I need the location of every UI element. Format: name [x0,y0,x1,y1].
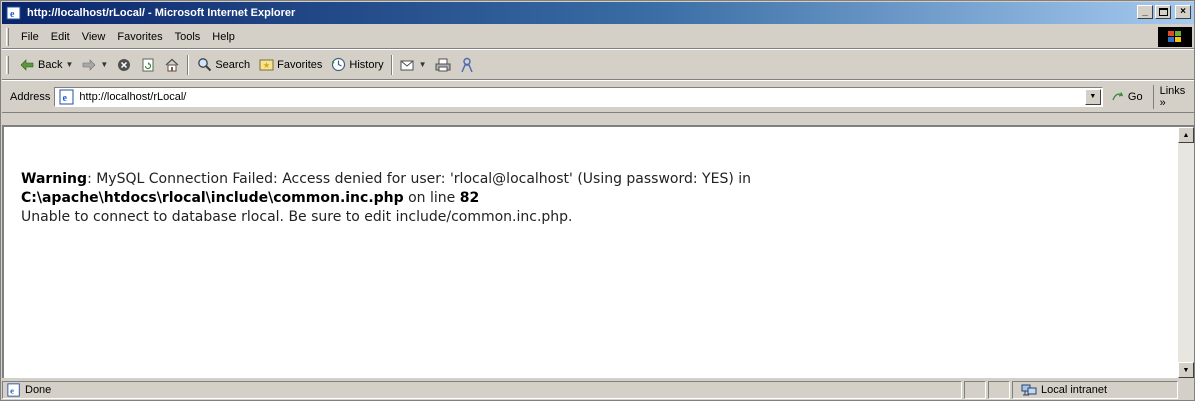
menu-tools[interactable]: Tools [169,31,207,43]
forward-arrow-icon [81,57,97,73]
mail-button[interactable]: ▼ [396,53,431,77]
status-panel: e Done [2,381,962,399]
toolbar-separator [390,54,393,75]
back-button[interactable]: Back ▼ [15,53,77,77]
warning-line: Warning: MySQL Connection Failed: Access… [21,170,1161,189]
warning-label: Warning [21,171,88,187]
stop-icon [116,57,132,73]
history-label: History [349,58,384,71]
go-button[interactable]: Go [1111,91,1143,103]
vertical-scrollbar[interactable]: ▲ ▼ [1178,127,1194,378]
status-cell [964,381,986,399]
toolbar-separator [187,54,190,75]
messenger-person-icon [459,57,475,73]
home-button[interactable] [160,53,184,77]
menu-help[interactable]: Help [206,31,241,43]
history-icon [330,57,346,73]
scroll-up-button[interactable]: ▲ [1178,127,1194,143]
ie-page-icon: e [7,383,20,397]
file-path: C:\apache\htdocs\rlocal\include\common.i… [21,190,404,206]
go-label: Go [1127,90,1143,103]
back-arrow-icon [19,57,35,73]
print-button[interactable] [431,53,455,77]
warning-text: : MySQL Connection Failed: Access denied… [87,171,752,187]
messenger-button[interactable] [455,53,479,77]
page-content: Warning: MySQL Connection Failed: Access… [2,125,1194,378]
maximize-button[interactable] [1155,5,1171,19]
favorites-label: Favorites [277,58,323,71]
status-cell [988,381,1010,399]
address-url: http://localhost/rLocal/ [79,90,187,103]
chevron-down-icon: ▼ [1182,366,1190,374]
status-bar: e Done Local intranet [2,380,1194,400]
address-dropdown-button[interactable]: ▼ [1084,88,1101,105]
status-text: Done [25,384,52,396]
back-dropdown-icon[interactable]: ▼ [65,60,73,69]
error-message: Unable to connect to database rlocal. Be… [21,209,573,225]
security-zone-panel: Local intranet [1012,381,1178,399]
search-button[interactable]: Search [192,53,254,77]
links-button[interactable]: Links » [1152,84,1194,109]
svg-text:e: e [63,93,68,104]
ie-page-icon: e [59,89,74,104]
svg-text:e: e [10,9,15,20]
menu-favorites[interactable]: Favorites [111,31,168,43]
window-title: http://localhost/rLocal/ - Microsoft Int… [27,7,296,19]
favorites-button[interactable]: Favorites [254,53,326,77]
maximize-icon [1158,8,1168,16]
favorites-folder-icon [258,57,274,73]
minimize-button[interactable]: _ [1137,5,1153,19]
mail-dropdown-icon[interactable]: ▼ [419,60,427,69]
standard-toolbar: Back ▼ ▼ Search Favorites History ▼ [2,50,1194,80]
back-label: Back [38,58,63,71]
chevron-up-icon: ▲ [1182,131,1190,139]
menu-bar: File Edit View Favorites Tools Help [2,25,1194,49]
menu-view[interactable]: View [76,31,112,43]
refresh-button[interactable] [136,53,160,77]
search-label: Search [215,58,251,71]
print-icon [435,57,451,73]
zone-text: Local intranet [1041,384,1108,396]
menu-edit[interactable]: Edit [45,31,76,43]
ie-page-icon: e [6,6,21,20]
go-arrow-icon [1112,91,1124,100]
toolbar-grip[interactable] [6,55,9,74]
forward-button[interactable]: ▼ [77,53,112,77]
svg-text:e: e [10,386,14,396]
file-line: C:\apache\htdocs\rlocal\include\common.i… [21,189,1161,208]
windows-flag-icon [1168,31,1181,42]
title-bar[interactable]: e http://localhost/rLocal/ - Microsoft I… [2,2,1194,24]
line-text: on line [403,190,460,206]
refresh-icon [140,57,156,73]
line-number: 82 [459,190,480,206]
toolbar-grip[interactable] [6,27,9,46]
intranet-icon [1021,384,1037,396]
stop-button[interactable] [112,53,136,77]
forward-dropdown-icon[interactable]: ▼ [100,60,108,69]
windows-logo [1158,27,1192,47]
address-bar: Address e http://localhost/rLocal/ ▼ Go … [2,81,1194,113]
error-output: Warning: MySQL Connection Failed: Access… [21,170,1161,227]
search-icon [196,57,212,73]
history-button[interactable]: History [326,53,387,77]
chevron-down-icon: ▼ [1089,93,1097,100]
menu-file[interactable]: File [15,31,45,43]
close-button[interactable]: × [1175,5,1191,19]
home-icon [164,57,180,73]
address-input[interactable]: e http://localhost/rLocal/ ▼ [54,86,1103,107]
mail-icon [400,57,416,73]
address-label: Address [10,90,51,103]
scroll-down-button[interactable]: ▼ [1178,362,1194,378]
browser-window: e http://localhost/rLocal/ - Microsoft I… [0,0,1195,401]
